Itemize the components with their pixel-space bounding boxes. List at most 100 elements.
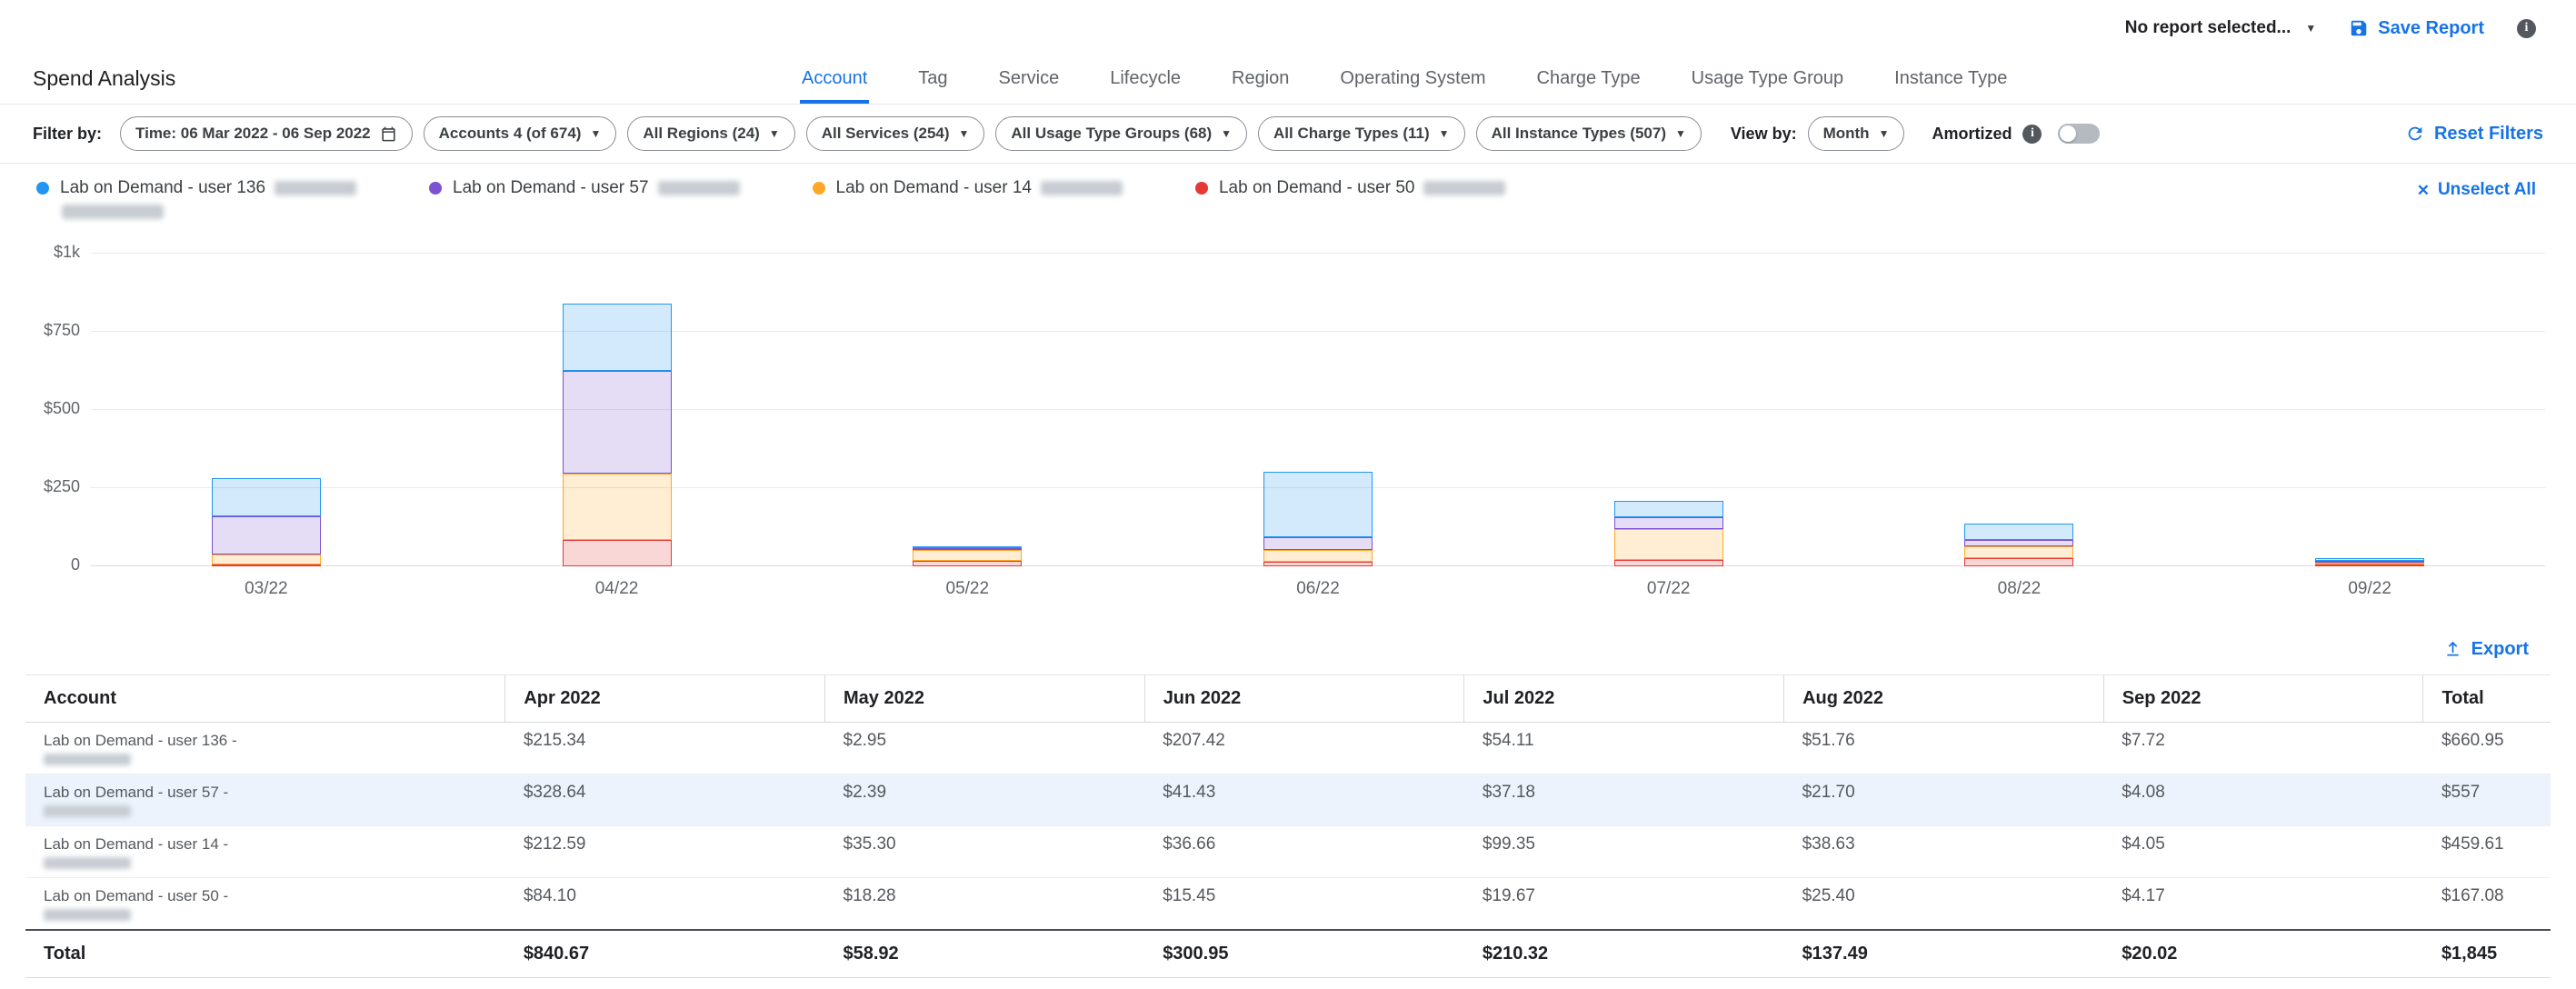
bar-segment-lab-on-demand-user-57[interactable]	[563, 371, 672, 474]
reset-filters-button[interactable]: Reset Filters	[2405, 124, 2543, 145]
bar-segment-lab-on-demand-user-14[interactable]	[212, 554, 321, 564]
column-header-account: Account	[25, 675, 505, 723]
export-row: Export	[0, 624, 2576, 669]
table-header-row: AccountApr 2022May 2022Jun 2022Jul 2022A…	[25, 675, 2551, 723]
stacked-bar-06-22[interactable]	[1263, 472, 1373, 566]
spend-table: AccountApr 2022May 2022Jun 2022Jul 2022A…	[25, 674, 2551, 978]
value-cell: $207.42	[1144, 723, 1464, 774]
value-cell: $4.05	[2103, 826, 2423, 878]
bar-segment-lab-on-demand-user-57[interactable]	[212, 516, 321, 554]
tabs: Account Tag Service Lifecycle Region Operatin…	[800, 68, 2009, 104]
total-value-cell: $58.92	[825, 930, 1145, 978]
chevron-down-icon: ▼	[769, 128, 780, 139]
table-body: Lab on Demand - user 136 -$215.34$2.95$2…	[25, 723, 2551, 931]
bar-segment-lab-on-demand-user-136[interactable]	[212, 478, 321, 516]
bar-segment-lab-on-demand-user-50[interactable]	[1614, 560, 1723, 566]
column-header-sep-2022: Sep 2022	[2103, 675, 2423, 723]
info-icon[interactable]: i	[2022, 125, 2042, 144]
tab-region[interactable]: Region	[1230, 68, 1291, 104]
bar-segment-lab-on-demand-user-14[interactable]	[1964, 546, 2073, 558]
filter-pill-time[interactable]: Time: 06 Mar 2022 - 06 Sep 2022	[120, 116, 413, 151]
bar-segment-lab-on-demand-user-14[interactable]	[913, 550, 1022, 561]
filter-pill-services[interactable]: All Services (254)▼	[806, 116, 985, 151]
tab-tag[interactable]: Tag	[916, 68, 949, 104]
legend-item-lab-on-demand-user-136[interactable]: Lab on Demand - user 136	[36, 178, 356, 219]
redacted-text	[658, 181, 740, 195]
tab-charge-type[interactable]: Charge Type	[1535, 68, 1642, 104]
export-button[interactable]: Export	[2443, 639, 2529, 660]
bar-segment-lab-on-demand-user-57[interactable]	[1263, 537, 1373, 550]
bar-segment-lab-on-demand-user-50[interactable]	[212, 564, 321, 566]
calendar-icon	[380, 125, 397, 143]
column-header-total: Total	[2423, 675, 2551, 723]
value-cell: $4.08	[2103, 774, 2423, 826]
stacked-bar-07-22[interactable]	[1614, 501, 1723, 566]
bar-segment-lab-on-demand-user-57[interactable]	[1614, 517, 1723, 529]
bar-segment-lab-on-demand-user-50[interactable]	[1964, 558, 2073, 566]
stacked-bar-05-22[interactable]	[913, 546, 1022, 566]
column-header-aug-2022: Aug 2022	[1784, 675, 2104, 723]
value-cell: $21.70	[1784, 774, 2104, 826]
bar-segment-lab-on-demand-user-57[interactable]	[1964, 540, 2073, 546]
filter-pill-charge-types[interactable]: All Charge Types (11)▼	[1258, 116, 1465, 151]
tab-account[interactable]: Account	[800, 68, 869, 104]
table-row-lab-on-demand-user-50: Lab on Demand - user 50 -$84.10$18.28$15…	[25, 878, 2551, 931]
legend-color-dot	[1195, 182, 1208, 195]
filter-pill-instance-types[interactable]: All Instance Types (507)▼	[1476, 116, 1702, 151]
stacked-bar-09-22[interactable]	[2315, 558, 2424, 566]
amortized-toggle[interactable]	[2058, 124, 2100, 144]
x-axis-tick-label: 07/22	[1493, 579, 1844, 599]
bar-segment-lab-on-demand-user-14[interactable]	[563, 474, 672, 540]
reset-filters-label: Reset Filters	[2434, 124, 2543, 145]
legend-item-lab-on-demand-user-14[interactable]: Lab on Demand - user 14	[813, 178, 1123, 198]
tab-lifecycle[interactable]: Lifecycle	[1108, 68, 1183, 104]
redacted-text	[44, 909, 131, 921]
bar-segment-lab-on-demand-user-14[interactable]	[1263, 550, 1373, 562]
value-cell: $38.63	[1784, 826, 2104, 878]
account-cell: Lab on Demand - user 57 -	[25, 774, 505, 826]
stacked-bar-04-22[interactable]	[563, 304, 672, 566]
bar-segment-lab-on-demand-user-14[interactable]	[1614, 529, 1723, 560]
filter-pill-usage-type-groups[interactable]: All Usage Type Groups (68)▼	[995, 116, 1247, 151]
bar-segment-lab-on-demand-user-136[interactable]	[1964, 524, 2073, 540]
tab-service[interactable]: Service	[997, 68, 1062, 104]
filter-pill-accounts[interactable]: Accounts 4 (of 674)▼	[424, 116, 617, 151]
save-report-button[interactable]: Save Report	[2349, 18, 2484, 39]
bar-segment-lab-on-demand-user-136[interactable]	[1263, 472, 1373, 536]
legend-item-lab-on-demand-user-57[interactable]: Lab on Demand - user 57	[429, 178, 739, 198]
filter-pill-label: Accounts 4 (of 674)	[439, 125, 582, 143]
stacked-bar-03-22[interactable]	[212, 478, 321, 566]
total-value-cell: $137.49	[1784, 930, 2104, 978]
value-cell: $54.11	[1464, 723, 1784, 774]
export-icon	[2443, 640, 2462, 659]
filter-pill-regions[interactable]: All Regions (24)▼	[627, 116, 794, 151]
x-axis-tick-label: 04/22	[442, 579, 793, 599]
bar-segment-lab-on-demand-user-50[interactable]	[1263, 562, 1373, 566]
bar-segment-lab-on-demand-user-50[interactable]	[563, 540, 672, 566]
bar-segment-lab-on-demand-user-136[interactable]	[563, 304, 672, 371]
value-cell: $328.64	[505, 774, 825, 826]
view-by-month-dropdown[interactable]: Month ▼	[1808, 116, 1905, 151]
info-icon[interactable]: i	[2517, 19, 2536, 38]
filter-bar: Filter by: Time: 06 Mar 2022 - 06 Sep 20…	[0, 104, 2576, 164]
bar-segment-lab-on-demand-user-50[interactable]	[2315, 564, 2424, 566]
y-axis-tick-label: $250	[7, 477, 80, 496]
stacked-bar-08-22[interactable]	[1964, 524, 2073, 566]
unselect-all-button[interactable]: ✕ Unselect All	[2417, 178, 2536, 200]
legend-item-lab-on-demand-user-50[interactable]: Lab on Demand - user 50	[1195, 178, 1505, 198]
tab-usage-type-group[interactable]: Usage Type Group	[1690, 68, 1846, 104]
page-title: Spend Analysis	[33, 66, 175, 91]
legend-label: Lab on Demand - user 50	[1219, 178, 1505, 198]
value-cell: $212.59	[505, 826, 825, 878]
bar-segment-lab-on-demand-user-50[interactable]	[913, 561, 1022, 566]
tab-operating-system[interactable]: Operating System	[1338, 68, 1487, 104]
report-selector-dropdown[interactable]: No report selected... ▼	[2125, 18, 2317, 38]
y-axis-tick-label: $750	[7, 321, 80, 340]
legend-row: Lab on Demand - user 136 Lab on Demand - …	[0, 164, 2576, 223]
table-row-lab-on-demand-user-136: Lab on Demand - user 136 -$215.34$2.95$2…	[25, 723, 2551, 774]
column-header-apr-2022: Apr 2022	[505, 675, 825, 723]
bar-segment-lab-on-demand-user-136[interactable]	[1614, 501, 1723, 518]
account-cell: Lab on Demand - user 50 -	[25, 878, 505, 931]
tab-instance-type[interactable]: Instance Type	[1892, 68, 2009, 104]
unselect-all-label: Unselect All	[2438, 180, 2536, 200]
